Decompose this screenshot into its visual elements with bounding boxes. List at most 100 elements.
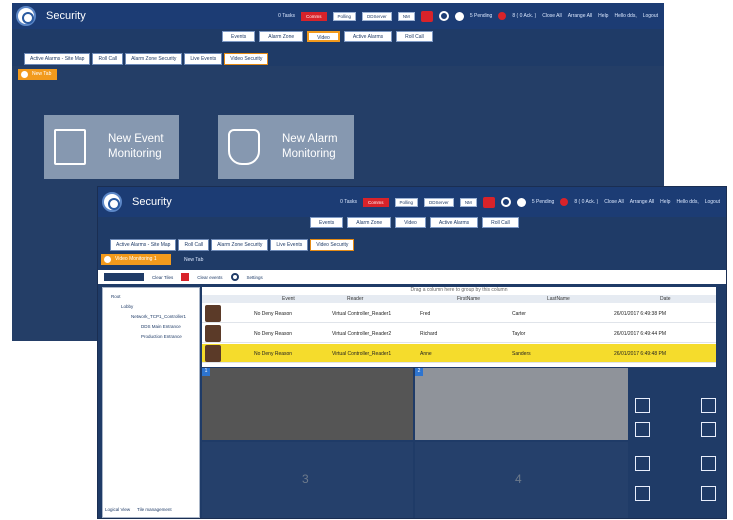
- video-tile-4[interactable]: 4: [415, 442, 628, 518]
- unlock-icon[interactable]: [635, 456, 650, 471]
- roll-call-button[interactable]: Roll Call: [482, 217, 519, 228]
- quick-buttons: Events Alarm Zone Video Active Alarms Ro…: [310, 217, 726, 231]
- col-firstname[interactable]: FirstName: [457, 296, 480, 302]
- col-date[interactable]: Date: [660, 296, 671, 302]
- tab-roll-call[interactable]: Roll Call: [178, 239, 210, 251]
- lock-icon[interactable]: [701, 456, 716, 471]
- roll-call-button[interactable]: Roll Call: [396, 31, 433, 42]
- polling-status[interactable]: Polling: [332, 11, 357, 21]
- tab-active-alarms[interactable]: Active Alarms - Site Map: [110, 239, 177, 251]
- clear-tiles-button[interactable]: Clear Tiles: [152, 275, 173, 280]
- tab-active-alarms[interactable]: Active Alarms - Site Map: [24, 53, 91, 65]
- shield-icon[interactable]: [701, 486, 716, 501]
- alarm-zone-button[interactable]: Alarm Zone: [347, 217, 392, 228]
- alert-icon[interactable]: [420, 10, 433, 22]
- ddserver-status[interactable]: DDServer: [424, 197, 454, 207]
- tree-item-controller[interactable]: Network_TCP1_Controller1: [131, 314, 186, 319]
- col-reader[interactable]: Reader: [347, 296, 363, 302]
- tab-roll-call[interactable]: Roll Call: [92, 53, 124, 65]
- alarm-zone-button[interactable]: Alarm Zone: [259, 31, 304, 42]
- film-icon[interactable]: [635, 422, 650, 437]
- device-tree: Root Lobby Network_TCP1_Controller1 DDS …: [102, 287, 200, 518]
- refresh-icon[interactable]: [500, 197, 511, 207]
- close-all-button[interactable]: Close All: [604, 199, 623, 205]
- tab-alarm-zone[interactable]: Alarm Zone Security: [211, 239, 269, 251]
- rewind-icon[interactable]: [635, 374, 650, 389]
- active-alarms-button[interactable]: Active Alarms: [343, 31, 393, 42]
- clear-events-button[interactable]: Clear events: [197, 275, 222, 280]
- tree-item-root[interactable]: Root: [111, 294, 121, 299]
- tab-alarm-zone[interactable]: Alarm Zone Security: [125, 53, 183, 65]
- cell-event: No Deny Reason: [254, 331, 293, 337]
- tab-live-events[interactable]: Live Events: [270, 239, 309, 251]
- tab-video-security[interactable]: Video Security: [310, 239, 355, 251]
- ddserver-status[interactable]: DDServer: [362, 11, 392, 21]
- nm-status[interactable]: NM: [397, 11, 415, 21]
- video-tile-number: 3: [302, 472, 309, 486]
- arrange-all-button[interactable]: Arrange All: [568, 13, 592, 19]
- tab-bar: Active Alarms - Site Map Roll Call Alarm…: [12, 53, 664, 65]
- shield-off-icon[interactable]: [635, 486, 650, 501]
- tab-live-events[interactable]: Live Events: [184, 53, 223, 65]
- tree-item-main-entrance[interactable]: DDS Main Entrance: [141, 324, 181, 329]
- tree-item-lobby[interactable]: Lobby: [121, 304, 133, 309]
- tree-item-production-entrance[interactable]: Production Entrance: [141, 334, 182, 339]
- video-button[interactable]: Video: [395, 217, 426, 228]
- tab-video-security[interactable]: Video Security: [224, 53, 269, 65]
- alarm-ack-count[interactable]: 8 ( 0 Ack. ): [512, 13, 536, 19]
- table-row[interactable]: No Deny Reason Virtual Controller_Reader…: [202, 304, 716, 323]
- table-row-selected[interactable]: No Deny Reason Virtual Controller_Reader…: [202, 344, 716, 363]
- logout-button[interactable]: Logout: [705, 199, 720, 205]
- settings-button[interactable]: Settings: [247, 275, 263, 280]
- table-row[interactable]: No Deny Reason Virtual Controller_Reader…: [202, 324, 716, 343]
- alarm-ack-count[interactable]: 8 ( 0 Ack. ): [574, 199, 598, 205]
- video-tile-1[interactable]: 1: [202, 368, 413, 440]
- logout-button[interactable]: Logout: [643, 13, 658, 19]
- cell-lastname: Carter: [512, 311, 526, 317]
- active-alarms-button[interactable]: Active Alarms: [429, 217, 479, 228]
- nm-status[interactable]: NM: [459, 197, 477, 207]
- pause-icon[interactable]: [659, 374, 674, 389]
- fast-forward-icon[interactable]: [701, 374, 716, 389]
- cell-event: No Deny Reason: [254, 311, 293, 317]
- close-all-button[interactable]: Close All: [542, 13, 561, 19]
- pending-count[interactable]: 5 Pending: [532, 199, 555, 205]
- new-tab-button[interactable]: New Tab: [184, 257, 203, 263]
- video-button[interactable]: Video: [307, 31, 340, 42]
- video-tile-number: 4: [515, 472, 522, 486]
- app-logo-icon: [102, 192, 122, 212]
- pending-count[interactable]: 5 Pending: [470, 13, 493, 19]
- calendar-icon[interactable]: [701, 422, 716, 437]
- col-lastname[interactable]: LastName: [547, 296, 570, 302]
- comms-status[interactable]: Comms: [301, 11, 327, 21]
- events-button[interactable]: Events: [222, 31, 256, 42]
- tile-layout-icon[interactable]: [104, 273, 144, 281]
- tab-logical-view[interactable]: Logical View: [105, 507, 130, 512]
- camera-icon[interactable]: [701, 398, 716, 413]
- eye-icon[interactable]: [635, 398, 650, 413]
- video-tile-2[interactable]: 2: [415, 368, 628, 440]
- alarm-count-icon: [560, 198, 569, 206]
- new-tab-button[interactable]: New Tab: [18, 69, 58, 80]
- help-button[interactable]: Help: [660, 199, 670, 205]
- alert-icon[interactable]: [482, 196, 495, 208]
- tasks-label[interactable]: 0 Tasks: [340, 199, 357, 205]
- refresh-icon[interactable]: [438, 11, 449, 21]
- comms-status[interactable]: Comms: [363, 197, 389, 207]
- video-monitoring-subtab[interactable]: Video Monitoring 1: [101, 254, 171, 265]
- title-bar: Security 0 Tasks Comms Polling DDServer …: [12, 3, 664, 29]
- events-button[interactable]: Events: [310, 217, 344, 228]
- polling-status[interactable]: Polling: [394, 197, 419, 207]
- new-event-monitoring-tile[interactable]: New Event Monitoring: [44, 115, 179, 179]
- help-button[interactable]: Help: [598, 13, 608, 19]
- hello-user: Hello dds,: [676, 199, 699, 205]
- tasks-label[interactable]: 0 Tasks: [278, 13, 295, 19]
- tile-label-line1: New Alarm: [282, 133, 338, 145]
- quick-buttons: Events Alarm Zone Video Active Alarms Ro…: [222, 31, 664, 45]
- video-tile-3[interactable]: 3: [202, 442, 413, 518]
- col-event[interactable]: Event: [282, 296, 295, 302]
- arrange-all-button[interactable]: Arrange All: [630, 199, 654, 205]
- tab-tile-management[interactable]: Tile management: [137, 507, 172, 512]
- new-alarm-monitoring-tile[interactable]: New Alarm Monitoring: [218, 115, 354, 179]
- play-icon[interactable]: [677, 374, 692, 389]
